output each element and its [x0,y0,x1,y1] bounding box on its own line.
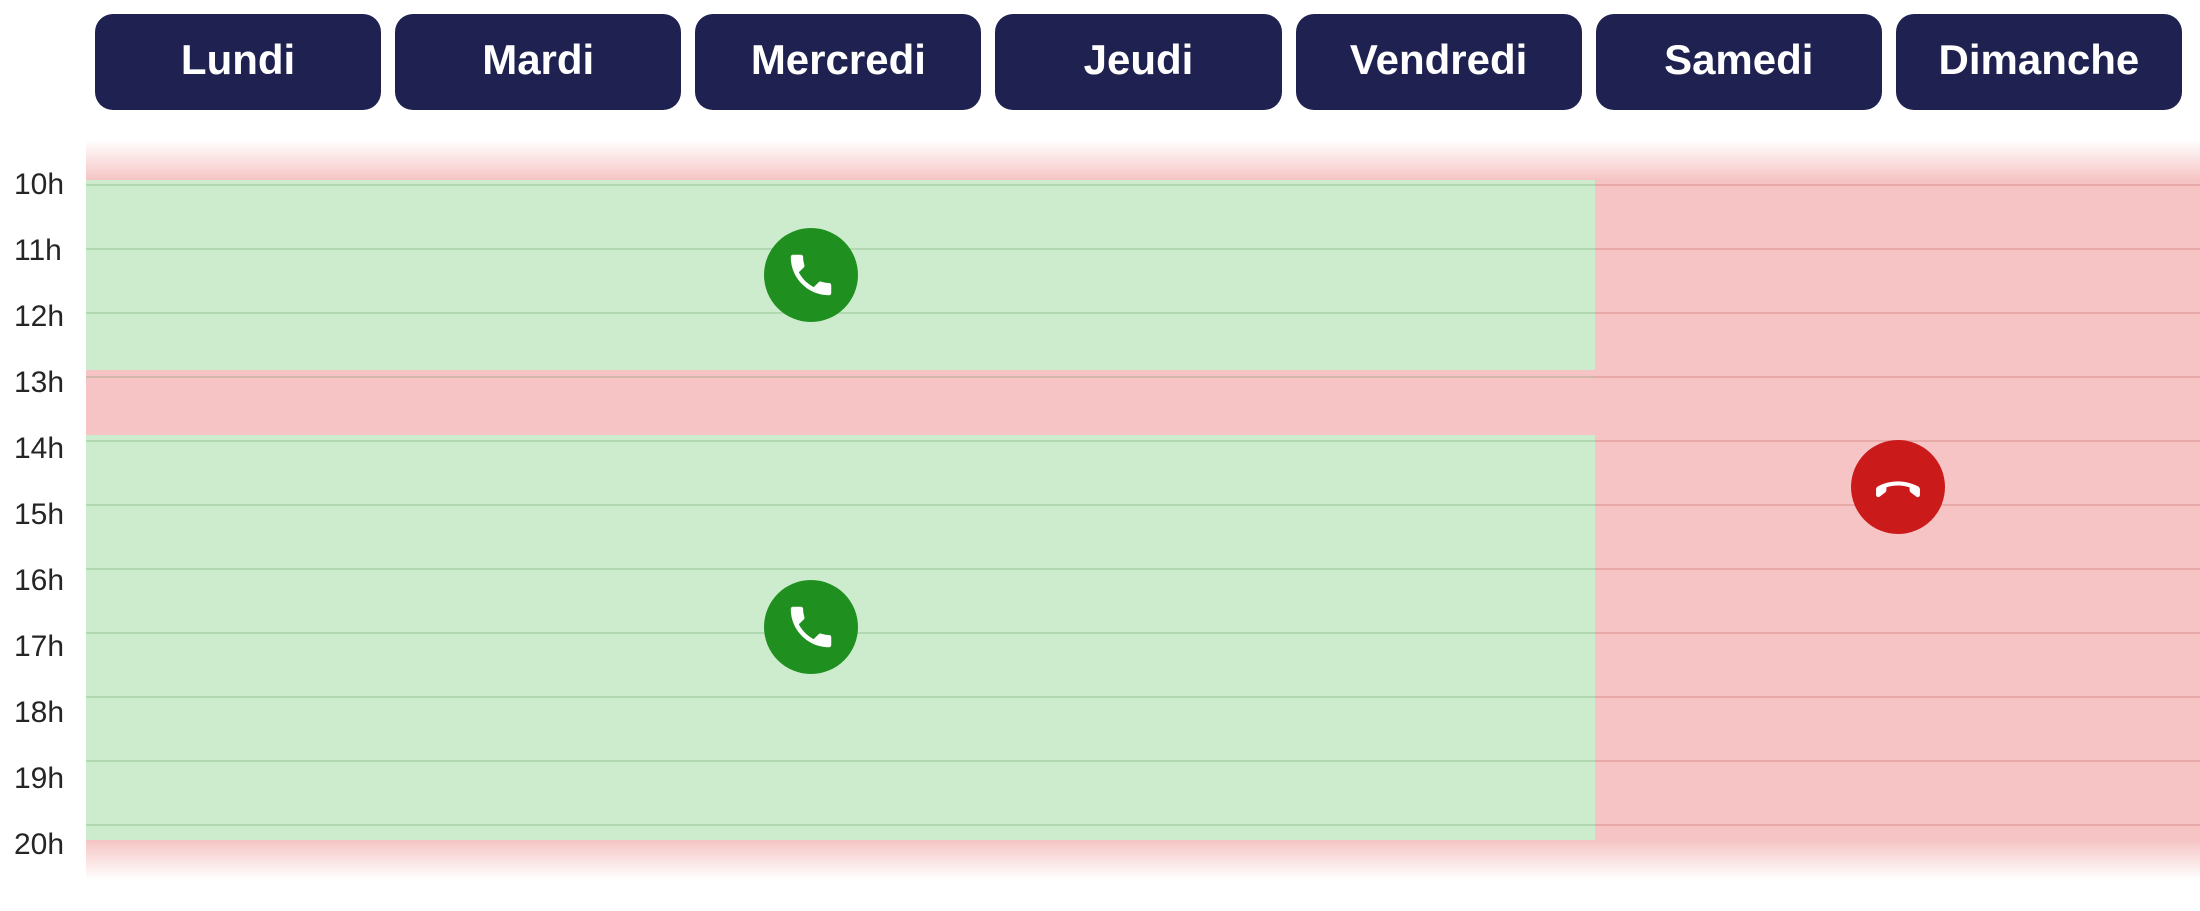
phone-available-icon [764,228,858,322]
availability-schedule: Lundi Mardi Mercredi Jeudi Vendredi Same… [0,0,2200,911]
day-header-mercredi: Mercredi [695,14,981,110]
days-header-row: Lundi Mardi Mercredi Jeudi Vendredi Same… [95,14,2182,110]
day-header-mardi: Mardi [395,14,681,110]
phone-unavailable-icon [1851,440,1945,534]
weekend-zone [1595,140,2200,880]
day-header-samedi: Samedi [1596,14,1882,110]
schedule-grid [86,140,2200,880]
phone-available-icon [764,580,858,674]
weekday-zone [86,140,1595,880]
day-header-dimanche: Dimanche [1896,14,2182,110]
day-header-lundi: Lundi [95,14,381,110]
day-header-jeudi: Jeudi [995,14,1281,110]
day-header-vendredi: Vendredi [1296,14,1582,110]
